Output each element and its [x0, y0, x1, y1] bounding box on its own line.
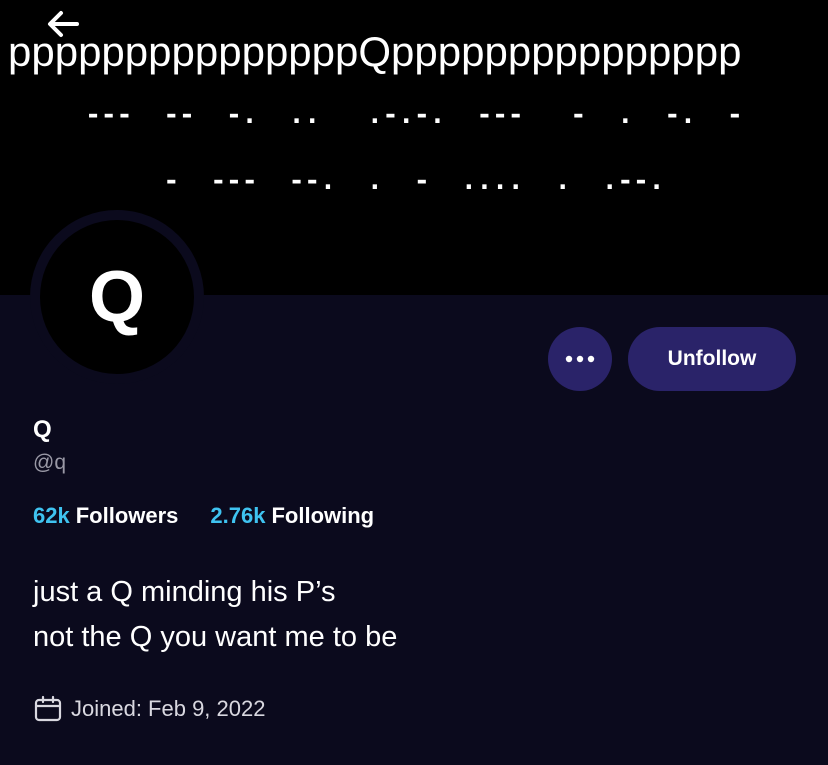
banner-text-line1: pppppppppppppppQppppppppppppppp — [8, 28, 742, 75]
followers-count: 62k — [33, 503, 70, 528]
more-options-button[interactable] — [548, 327, 612, 391]
more-horizontal-icon — [565, 355, 595, 363]
followers-link[interactable]: 62k Followers — [33, 503, 178, 529]
following-label: Following — [271, 503, 375, 528]
bio-line: just a Q minding his P’s — [33, 576, 336, 608]
avatar[interactable]: Q — [40, 220, 194, 374]
display-name: Q — [33, 416, 52, 443]
unfollow-button[interactable]: Unfollow — [628, 327, 796, 391]
user-handle: @q — [33, 451, 66, 474]
back-button[interactable] — [42, 6, 84, 42]
joined-date: Joined: Feb 9, 2022 — [33, 694, 265, 724]
arrow-left-icon — [48, 11, 79, 37]
banner-morse-line1: --- -- -. .. .-.-. --- - . -. - — [85, 100, 743, 130]
following-count: 2.76k — [210, 503, 266, 528]
bio-line: not the Q you want me to be — [33, 621, 398, 653]
joined-text: Joined: Feb 9, 2022 — [71, 696, 266, 721]
profile-stats: 62k Followers 2.76k Following — [33, 503, 374, 529]
following-link[interactable]: 2.76k Following — [210, 503, 374, 529]
followers-label: Followers — [75, 503, 179, 528]
avatar-letter: Q — [88, 257, 145, 337]
banner-morse-line2: - --- --. . - .... . .--. — [163, 166, 665, 196]
profile-bio: just a Q minding his P’s not the Q you w… — [33, 570, 397, 660]
calendar-icon — [33, 694, 63, 724]
